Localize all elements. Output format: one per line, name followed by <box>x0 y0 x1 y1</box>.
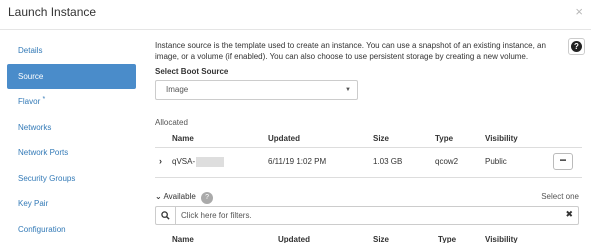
remove-button[interactable]: − <box>553 153 573 170</box>
available-col-type: Type <box>438 235 457 243</box>
redacted-block <box>196 157 224 167</box>
nav-item-security-groups[interactable]: Security Groups <box>7 166 136 192</box>
question-circle-icon: ? <box>571 41 582 52</box>
available-col-updated: Updated <box>278 235 310 243</box>
nav-item-key-pair[interactable]: Key Pair <box>7 191 136 217</box>
allocated-col-type: Type <box>435 134 454 143</box>
chevron-right-icon[interactable]: › <box>159 156 162 166</box>
wizard-nav: Details Source Flavor * Networks Network… <box>7 38 136 242</box>
allocated-col-name: Name <box>172 134 194 143</box>
nav-item-label: Flavor <box>18 97 41 106</box>
filter-input[interactable] <box>181 207 541 224</box>
allocated-col-size: Size <box>373 134 390 143</box>
available-count-badge: ? <box>201 192 214 204</box>
caret-down-icon: ▼ <box>345 87 351 93</box>
available-col-visibility: Visibility <box>485 235 518 243</box>
row-size: 1.03 GB <box>373 157 403 166</box>
search-icon <box>156 207 176 224</box>
nav-item-label: Network Ports <box>18 148 69 157</box>
boot-source-select[interactable]: Image ▼ <box>155 80 358 100</box>
row-name: qVSA- <box>172 157 196 166</box>
nav-item-networks[interactable]: Networks <box>7 115 136 141</box>
nav-item-label: Key Pair <box>18 199 49 208</box>
clear-x-icon[interactable]: ✖ <box>565 209 573 220</box>
allocated-col-updated: Updated <box>268 134 300 143</box>
nav-item-label: Source <box>18 71 44 81</box>
nav-item-configuration[interactable]: Configuration <box>7 217 136 243</box>
help-button[interactable]: ? <box>568 38 585 55</box>
allocated-header-divider <box>155 147 582 148</box>
nav-item-label: Security Groups <box>18 173 76 183</box>
allocated-row-divider <box>155 177 582 178</box>
row-updated: 6/11/19 1:02 PM <box>268 157 327 166</box>
required-marker: * <box>42 96 46 103</box>
row-type: qcow2 <box>435 157 459 166</box>
nav-item-label: Configuration <box>18 224 66 234</box>
available-col-size: Size <box>373 235 390 243</box>
available-col-name: Name <box>172 235 194 243</box>
filter-bar: ✖ <box>155 206 579 225</box>
allocated-col-visibility: Visibility <box>485 134 518 143</box>
boot-source-value: Image <box>166 85 189 94</box>
nav-item-flavor[interactable]: Flavor * <box>7 89 136 115</box>
modal-title: Launch Instance <box>8 5 97 19</box>
close-icon[interactable]: × <box>575 4 583 19</box>
source-description: Instance source is the template used to … <box>155 41 546 61</box>
available-toggle[interactable]: ⌄ Available ? <box>155 192 214 204</box>
select-one-hint: Select one <box>541 192 579 201</box>
nav-item-label: Networks <box>18 122 52 132</box>
nav-item-network-ports[interactable]: Network Ports <box>7 140 136 166</box>
modal-header: Launch Instance × <box>0 0 591 30</box>
chevron-down-icon[interactable]: ⌄ <box>155 192 162 201</box>
nav-item-details[interactable]: Details <box>7 38 136 64</box>
allocated-label: Allocated <box>155 118 188 127</box>
row-visibility: Public <box>485 157 507 166</box>
nav-item-source[interactable]: Source <box>7 63 136 89</box>
available-label: Available <box>163 192 196 201</box>
boot-source-label: Select Boot Source <box>155 67 229 76</box>
nav-item-label: Details <box>18 46 43 55</box>
